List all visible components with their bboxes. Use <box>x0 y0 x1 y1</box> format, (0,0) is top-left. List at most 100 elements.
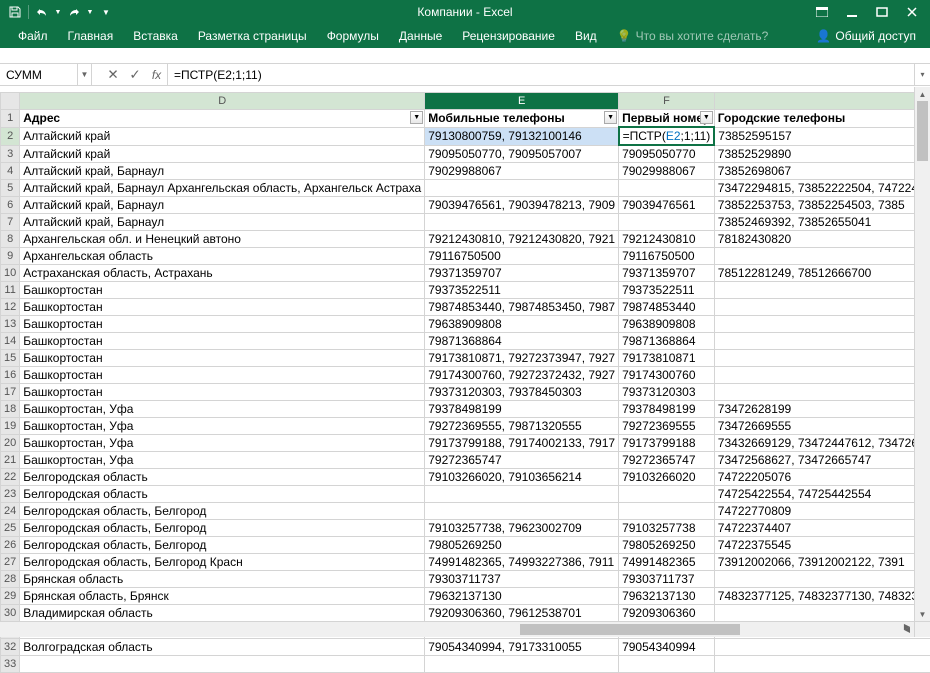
tab-review[interactable]: Рецензирование <box>452 25 565 47</box>
insert-function-button[interactable]: fx <box>146 64 168 85</box>
undo-button[interactable] <box>33 3 51 21</box>
cancel-formula-button[interactable]: ✕ <box>102 64 124 85</box>
cell[interactable]: 79173799188, 79174002133, 7917 <box>425 435 619 452</box>
cell[interactable]: 79632137130 <box>425 588 619 605</box>
cell[interactable]: 74722205076 <box>714 469 930 486</box>
row-header[interactable]: 5 <box>1 180 20 197</box>
cell[interactable]: 73852529890 <box>714 145 930 163</box>
cell[interactable] <box>714 605 930 622</box>
cell[interactable]: 73912002066, 73912002122, 7391 <box>714 554 930 571</box>
cell[interactable]: Архангельская обл. и Ненецкий автоно <box>20 231 425 248</box>
cell[interactable]: 74991482365 <box>619 554 715 571</box>
row-header[interactable]: 33 <box>1 656 20 673</box>
cell[interactable]: 73472669555 <box>714 418 930 435</box>
row-header[interactable]: 23 <box>1 486 20 503</box>
horizontal-scrollbar[interactable]: ◀ ▶ <box>0 621 914 637</box>
cell[interactable]: Белгородская область, Белгород <box>20 503 425 520</box>
cell[interactable]: Алтайский край <box>20 127 425 145</box>
cell[interactable]: 79212430810 <box>619 231 715 248</box>
cell[interactable]: Белгородская область <box>20 469 425 486</box>
cell[interactable] <box>619 656 715 673</box>
cell[interactable] <box>425 214 619 231</box>
table-header-cell[interactable]: Городские телефоны▼ <box>714 110 930 128</box>
cell[interactable] <box>425 486 619 503</box>
row-header[interactable]: 29 <box>1 588 20 605</box>
row-header[interactable]: 27 <box>1 554 20 571</box>
cell[interactable]: 79373522511 <box>619 282 715 299</box>
row-header[interactable]: 21 <box>1 452 20 469</box>
cell[interactable]: 73852595157 <box>714 127 930 145</box>
cell[interactable]: 79174300760, 79272372432, 7927 <box>425 367 619 384</box>
cell[interactable] <box>714 350 930 367</box>
cell[interactable]: Белгородская область, Белгород Красн <box>20 554 425 571</box>
column-header-E[interactable]: E <box>425 93 619 110</box>
row-header[interactable]: 19 <box>1 418 20 435</box>
cell[interactable]: 79103266020, 79103656214 <box>425 469 619 486</box>
cell[interactable]: Башкортостан, Уфа <box>20 401 425 418</box>
row-header[interactable]: 10 <box>1 265 20 282</box>
cell[interactable]: 79209306360, 79612538701 <box>425 605 619 622</box>
cell[interactable]: Брянская область, Брянск <box>20 588 425 605</box>
row-header[interactable]: 4 <box>1 163 20 180</box>
cell[interactable] <box>619 214 715 231</box>
cell[interactable]: 79371359707 <box>619 265 715 282</box>
tab-page-layout[interactable]: Разметка страницы <box>188 25 317 47</box>
cell[interactable]: Башкортостан <box>20 299 425 316</box>
cell[interactable]: 79029988067 <box>425 163 619 180</box>
cell[interactable]: 79373522511 <box>425 282 619 299</box>
tab-file[interactable]: Файл <box>8 25 58 47</box>
expand-formula-bar[interactable]: ▾ <box>914 64 930 85</box>
cell[interactable]: Астраханская область, Астрахань <box>20 265 425 282</box>
cell[interactable]: 79378498199 <box>619 401 715 418</box>
minimize-button[interactable] <box>838 2 866 22</box>
cell[interactable]: 79874853440, 79874853450, 7987 <box>425 299 619 316</box>
cell[interactable]: 79874853440 <box>619 299 715 316</box>
cell[interactable]: 79212430810, 79212430820, 7921 <box>425 231 619 248</box>
cell[interactable] <box>619 503 715 520</box>
row-header[interactable]: 26 <box>1 537 20 554</box>
cell[interactable]: Алтайский край, Барнаул <box>20 197 425 214</box>
table-header-cell[interactable]: Адрес▼ <box>20 110 425 128</box>
cell[interactable]: 79871368864 <box>425 333 619 350</box>
row-header[interactable]: 9 <box>1 248 20 265</box>
cell[interactable]: Башкортостан <box>20 316 425 333</box>
row-header[interactable]: 6 <box>1 197 20 214</box>
cell[interactable]: 73472568627, 73472665747 <box>714 452 930 469</box>
filter-button[interactable]: ▼ <box>700 111 713 124</box>
formula-input[interactable] <box>168 66 914 84</box>
scroll-right-button[interactable]: ▶ <box>900 622 914 631</box>
name-box[interactable]: СУММ <box>0 64 78 85</box>
cell[interactable]: =ПСТР(E2;1;11) <box>619 127 715 145</box>
share-button[interactable]: 👤Общий доступ <box>816 29 922 43</box>
cell[interactable] <box>714 656 930 673</box>
cell[interactable]: 79095050770, 79095057007 <box>425 145 619 163</box>
row-header[interactable]: 16 <box>1 367 20 384</box>
cell[interactable]: 79272369555 <box>619 418 715 435</box>
row-header[interactable]: 18 <box>1 401 20 418</box>
cell[interactable]: Алтайский край, Барнаул <box>20 163 425 180</box>
cell[interactable]: 79054340994 <box>619 639 715 656</box>
row-header[interactable]: 24 <box>1 503 20 520</box>
cell[interactable]: 73852469392, 73852655041 <box>714 214 930 231</box>
row-header[interactable]: 22 <box>1 469 20 486</box>
tab-formulas[interactable]: Формулы <box>317 25 389 47</box>
cell[interactable] <box>619 180 715 197</box>
cell[interactable]: Алтайский край, Барнаул <box>20 214 425 231</box>
cell[interactable]: 79173799188 <box>619 435 715 452</box>
scroll-up-button[interactable]: ▲ <box>915 87 930 101</box>
close-button[interactable] <box>898 2 926 22</box>
tell-me[interactable]: 💡Что вы хотите сделать? <box>617 29 769 43</box>
cell[interactable] <box>714 248 930 265</box>
cell[interactable]: 73852253753, 73852254503, 7385 <box>714 197 930 214</box>
maximize-button[interactable] <box>868 2 896 22</box>
cell[interactable]: 79638909808 <box>619 316 715 333</box>
cell[interactable]: 79303711737 <box>619 571 715 588</box>
cell[interactable]: 79103257738, 79623002709 <box>425 520 619 537</box>
cell[interactable] <box>714 316 930 333</box>
cell[interactable] <box>714 299 930 316</box>
row-header[interactable]: 8 <box>1 231 20 248</box>
cell[interactable] <box>714 367 930 384</box>
cell[interactable]: Башкортостан, Уфа <box>20 435 425 452</box>
cell[interactable]: Волгоградская область <box>20 639 425 656</box>
cell[interactable]: 79173810871, 79272373947, 7927 <box>425 350 619 367</box>
